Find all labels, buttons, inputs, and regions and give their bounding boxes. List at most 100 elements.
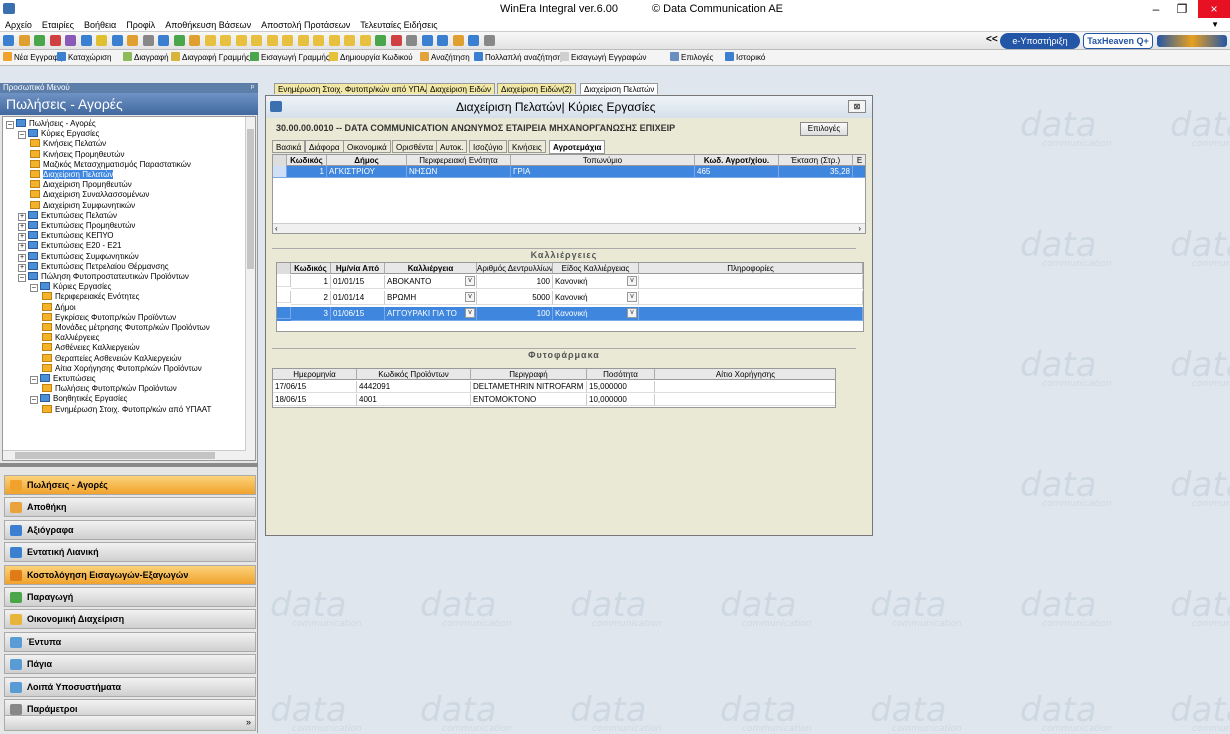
- col-date[interactable]: Ημερομηνία: [273, 369, 357, 380]
- toolbar-icon[interactable]: [390, 35, 402, 46]
- menu-backup[interactable]: Αποθήκευση Βάσεων: [160, 18, 256, 32]
- nav-module-button[interactable]: Οικονομική Διαχείριση: [4, 609, 256, 630]
- tab-items-2[interactable]: Διαχείριση Ειδών(2): [497, 83, 576, 94]
- col-area[interactable]: Έκταση (Στρ.): [779, 155, 853, 166]
- table-cell[interactable]: 2: [291, 291, 331, 305]
- col-product-code[interactable]: Κωδικός Προϊόντων: [357, 369, 471, 380]
- toolbar-icon[interactable]: [452, 35, 464, 46]
- table-cell[interactable]: ΒΡΩΜΗ v: [385, 291, 477, 305]
- col-info[interactable]: Πληροφορίες: [639, 263, 863, 274]
- table-cell[interactable]: 100: [477, 275, 553, 289]
- nav-back-button[interactable]: <<: [986, 34, 998, 45]
- toolbar-icon[interactable]: [282, 35, 293, 46]
- expand-toggle-icon[interactable]: +: [18, 253, 26, 262]
- expand-toggle-icon[interactable]: –: [30, 396, 38, 405]
- table-cell[interactable]: 18/06/15: [273, 394, 357, 406]
- cell-area[interactable]: 35,28: [779, 166, 853, 178]
- col-parcel-code[interactable]: Κωδ. Αγροτ/χίου.: [695, 155, 779, 166]
- cell-place-name[interactable]: ΓΡΙΑ: [511, 166, 695, 178]
- nav-module-button[interactable]: Αποθήκη: [4, 497, 256, 518]
- minimize-button[interactable]: –: [1144, 0, 1168, 18]
- menu-help[interactable]: Βοήθεια: [79, 18, 121, 32]
- nav-module-button[interactable]: Παραγωγή: [4, 587, 256, 607]
- nav-module-button[interactable]: Κοστολόγηση Εισαγωγών-Εξαγωγών: [4, 564, 256, 585]
- toolbar-icon[interactable]: [375, 35, 386, 46]
- import-records-button[interactable]: Εισαγωγή Εγγραφών: [560, 52, 647, 62]
- chevron-down-icon[interactable]: v: [627, 276, 637, 286]
- tab-movements[interactable]: Κινήσεις: [508, 140, 546, 153]
- tree-item[interactable]: – Κύριες Εργασίες: [30, 282, 111, 293]
- col-tree-count[interactable]: Αριθμός Δεντρυλλίων: [477, 263, 553, 274]
- table-cell[interactable]: [639, 307, 863, 321]
- nav-module-button[interactable]: Πωλήσεις - Αγορές: [4, 475, 256, 495]
- table-row[interactable]: 17/06/15 4442091 DELTAMETHRIN NITROFARM 15,…: [273, 381, 835, 393]
- table-cell[interactable]: 10,000000: [587, 394, 655, 406]
- nav-module-button[interactable]: Έντυπα: [4, 631, 256, 652]
- col-crop-type[interactable]: Είδος Καλλιέργειας: [553, 263, 639, 274]
- tree-item[interactable]: Θεραπείες Ασθενειών Καλλιεργειών: [42, 353, 181, 364]
- toolbar-icon[interactable]: [18, 35, 30, 46]
- toolbar-icon[interactable]: [235, 35, 247, 46]
- toolbar-icon[interactable]: [313, 35, 324, 46]
- toolbar-icon[interactable]: [142, 35, 154, 46]
- tree-scroll-thumb[interactable]: [247, 129, 254, 269]
- cell-e[interactable]: [853, 166, 865, 178]
- toolbar-icon[interactable]: [3, 35, 14, 46]
- toolbar-icon[interactable]: [483, 35, 495, 46]
- toolbar-icon[interactable]: [173, 35, 185, 46]
- table-cell[interactable]: 4001: [357, 394, 471, 406]
- tree-item[interactable]: Ασθένειες Καλλιεργειών: [42, 343, 140, 353]
- toolbar-icon[interactable]: [111, 35, 123, 46]
- toolbar-icon[interactable]: [328, 35, 340, 46]
- toolbar-icon[interactable]: [297, 35, 309, 46]
- tree-item[interactable]: Διαχείριση Συμφωνητικών: [30, 200, 135, 211]
- tab-update-pesticides[interactable]: Ενημέρωση Στοιχ. Φυτοπρ/κών από ΥΠΑΑΤ: [274, 83, 439, 94]
- tree-item[interactable]: Διαχείριση Συναλλασσομένων: [30, 190, 149, 200]
- toolbar-icon[interactable]: [80, 35, 92, 46]
- tree-horizontal-scrollbar[interactable]: [3, 450, 246, 460]
- col-quantity[interactable]: Ποσότητα: [587, 369, 655, 380]
- toolbar-icon[interactable]: [421, 35, 433, 46]
- table-cell[interactable]: 01/01/14: [331, 291, 385, 305]
- delete-button[interactable]: Διαγραφή: [123, 52, 169, 62]
- nav-module-button[interactable]: Εντατική Λιανική: [4, 542, 256, 563]
- tree-item[interactable]: Πωλήσεις Φυτοπρ/κών Προϊόντων: [42, 384, 177, 394]
- col-date-from[interactable]: Ημ/νία Από: [331, 263, 385, 274]
- options-menu-button[interactable]: Επιλογές: [800, 122, 848, 136]
- tree-item[interactable]: Διαχείριση Πελατών: [30, 170, 114, 180]
- table-row[interactable]: 1 ΑΓΚΙΣΤΡΙΟΥ ΝΗΣΩΝ ΓΡΙΑ 465 35,28: [273, 166, 865, 178]
- table-cell[interactable]: 3: [291, 307, 331, 321]
- table-cell[interactable]: [655, 381, 835, 393]
- expand-toggle-icon[interactable]: +: [18, 243, 26, 252]
- scroll-right-icon[interactable]: ›: [858, 224, 861, 233]
- table-cell[interactable]: 15,000000: [587, 381, 655, 393]
- tree-item[interactable]: Κινήσεις Πελατών: [30, 139, 106, 149]
- chevron-down-icon[interactable]: ▼: [1206, 18, 1224, 32]
- multi-search-button[interactable]: Πολλαπλή αναζήτηση: [474, 52, 562, 62]
- taxheaven-button[interactable]: TaxHeaven Q+: [1083, 33, 1153, 49]
- tree-item[interactable]: Περιφερειακές Ενότητες: [42, 292, 139, 302]
- expand-toggle-icon[interactable]: +: [18, 212, 26, 221]
- tab-items[interactable]: Διαχείριση Ειδών: [426, 83, 496, 94]
- table-cell[interactable]: [639, 275, 863, 289]
- toolbar-icon[interactable]: [65, 35, 76, 46]
- history-button[interactable]: Ιστορικό: [725, 52, 765, 62]
- cell-parcel-code[interactable]: 465: [695, 166, 779, 178]
- toolbar-icon[interactable]: [437, 35, 448, 46]
- tree-vertical-scrollbar[interactable]: [245, 117, 255, 460]
- menu-profile[interactable]: Προφίλ: [121, 18, 160, 32]
- tree-item[interactable]: – Βοηθητικές Εργασίες: [30, 394, 127, 405]
- tree-item[interactable]: + Εκτυπώσεις Πελατών: [18, 210, 117, 221]
- tree-item[interactable]: – Κύριες Εργασίες: [18, 129, 99, 140]
- chevron-icon[interactable]: »: [246, 717, 251, 727]
- tree-item[interactable]: + Εκτυπώσεις ΚΕΠΥΟ: [18, 231, 113, 242]
- parcels-horizontal-scrollbar[interactable]: ‹ ›: [273, 223, 865, 233]
- toolbar-icon[interactable]: [49, 35, 61, 46]
- col-crop-code[interactable]: Κωδικός: [291, 263, 331, 274]
- nav-module-button[interactable]: Λοιπά Υποσυστήματα: [4, 676, 256, 697]
- table-row[interactable]: 3 01/06/15 ΑΓΓΟΥΡΑΚΙ ΓΙΑ ΤΟ v 100 Κανονική v: [277, 307, 863, 321]
- tree-item[interactable]: + Εκτυπώσεις Συμφωνητικών: [18, 251, 139, 262]
- toolbar-icon[interactable]: [344, 35, 355, 46]
- scroll-left-icon[interactable]: ‹: [275, 224, 278, 233]
- delete-line-button[interactable]: Διαγραφή Γραμμής: [171, 52, 250, 62]
